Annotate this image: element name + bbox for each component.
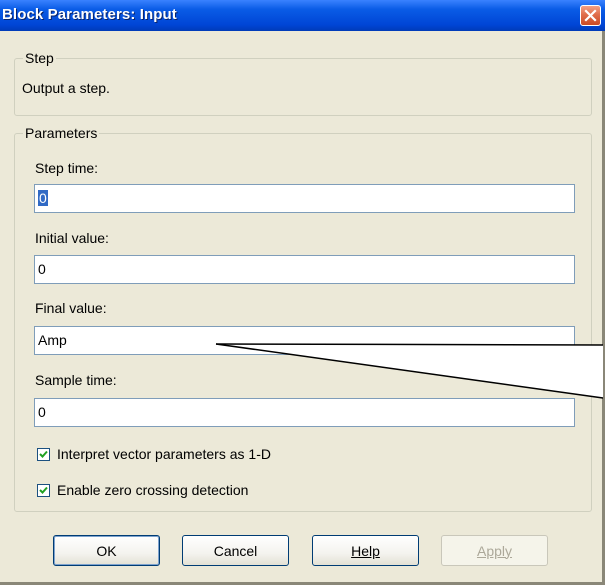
interpret-vector-checkbox-row[interactable]: Interpret vector parameters as 1-D [37, 446, 271, 462]
initial-value-value: 0 [38, 261, 46, 277]
zero-crossing-checkbox-row[interactable]: Enable zero crossing detection [37, 482, 248, 498]
initial-value-label: Initial value: [35, 230, 109, 246]
apply-button-label: Apply [476, 542, 513, 559]
zero-crossing-label: Enable zero crossing detection [57, 482, 249, 498]
step-description: Output a step. [22, 80, 110, 96]
interpret-vector-label: Interpret vector parameters as 1-D [57, 446, 271, 462]
interpret-vector-checkbox[interactable] [37, 447, 50, 461]
final-value-label: Final value: [35, 300, 107, 316]
sample-time-label: Sample time: [35, 372, 117, 388]
sample-time-input[interactable]: 0 [34, 398, 575, 427]
close-icon [584, 9, 597, 22]
window-title: Block Parameters: Input [2, 6, 177, 23]
close-button[interactable] [580, 5, 601, 26]
sample-time-value: 0 [38, 404, 46, 420]
ok-button[interactable]: OK [53, 535, 160, 566]
help-button-label: Help [351, 542, 380, 559]
final-value-value: Amp [38, 332, 67, 348]
final-value-input[interactable]: Amp [34, 326, 575, 355]
checkmark-icon [39, 450, 48, 458]
cancel-button-label: Cancel [213, 542, 258, 559]
initial-value-input[interactable]: 0 [34, 255, 575, 284]
step-group-legend: Step [25, 50, 54, 66]
checkmark-icon [39, 486, 48, 494]
step-time-value: 0 [38, 190, 48, 206]
step-time-label: Step time: [35, 160, 99, 176]
apply-button: Apply [441, 535, 548, 566]
zero-crossing-checkbox[interactable] [37, 483, 50, 497]
title-bar[interactable]: Block Parameters: Input [0, 0, 605, 31]
cancel-button[interactable]: Cancel [182, 535, 289, 566]
parameters-group-legend: Parameters [25, 125, 98, 141]
block-parameters-dialog: Block Parameters: Input Step Output a st… [0, 0, 605, 585]
ok-button-label: OK [96, 542, 117, 559]
help-button[interactable]: Help [312, 535, 419, 566]
step-time-input[interactable]: 0 [34, 184, 575, 213]
